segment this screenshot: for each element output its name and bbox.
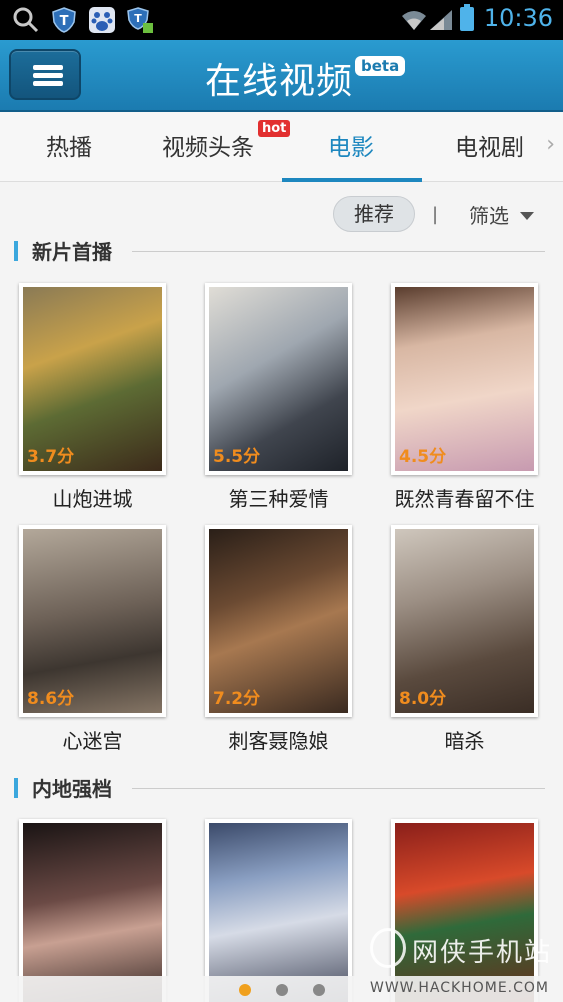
app-header: 在线视频 beta (0, 40, 563, 112)
search-icon (13, 7, 39, 33)
movie-poster[interactable]: 5.5分 (205, 283, 352, 475)
wifi-icon (402, 11, 426, 30)
battery-icon (460, 4, 474, 31)
movie-title[interactable]: 第三种爱情 (185, 483, 372, 512)
movie-card[interactable] (19, 819, 166, 1002)
movie-score: 8.0分 (399, 689, 447, 709)
tab-tv-series[interactable]: 电视剧 (455, 128, 524, 162)
section-marker (14, 241, 18, 261)
movie-title[interactable]: 暗杀 (371, 725, 558, 754)
movie-poster[interactable]: 8.0分 (391, 525, 538, 717)
category-tabs: 热播 视频头条 hot 电影 电视剧 › (0, 112, 563, 182)
filter-button[interactable]: 筛选 (469, 200, 509, 229)
shield-icon: T (52, 7, 76, 33)
movie-card[interactable] (391, 819, 538, 1002)
section-divider (132, 788, 545, 789)
movie-score: 7.2分 (213, 689, 261, 709)
movie-card[interactable]: 8.0分 暗杀 (391, 525, 538, 753)
hamburger-menu-icon (33, 65, 63, 70)
section-marker (14, 778, 18, 798)
movie-card[interactable] (205, 819, 352, 1002)
movie-card[interactable]: 5.5分 第三种爱情 (205, 283, 352, 511)
watermark-logo-icon (370, 928, 406, 968)
hot-badge: hot (258, 120, 291, 137)
section-header: 内地强档 (14, 773, 549, 801)
movie-poster[interactable] (391, 819, 538, 1002)
chevron-right-icon[interactable]: › (546, 132, 555, 157)
signal-icon (430, 10, 452, 30)
movie-poster[interactable] (19, 819, 166, 1002)
section-divider (132, 251, 545, 252)
movie-title[interactable]: 既然青春留不住 (371, 483, 558, 512)
chevron-down-icon[interactable] (520, 212, 534, 220)
section-title: 内地强档 (32, 777, 112, 801)
movie-poster[interactable] (205, 819, 352, 1002)
recommend-button[interactable]: 推荐 (333, 196, 415, 232)
svg-text:T: T (60, 14, 69, 29)
svg-text:T: T (134, 12, 142, 25)
movie-card[interactable]: 4.5分 既然青春留不住 (391, 283, 538, 511)
movie-title[interactable]: 山炮进城 (0, 483, 186, 512)
movie-title[interactable]: 心迷宫 (0, 725, 186, 754)
movie-score: 4.5分 (399, 447, 447, 467)
movie-score: 8.6分 (27, 689, 75, 709)
tab-video-headlines[interactable]: 视频头条 (162, 128, 254, 162)
movie-poster[interactable]: 4.5分 (391, 283, 538, 475)
movie-poster[interactable]: 3.7分 (19, 283, 166, 475)
page-title: 在线视频 (205, 61, 354, 102)
clock: 10:36 (483, 4, 553, 32)
watermark-url: WWW.HACKHOME.COM (370, 980, 549, 996)
section-title: 新片首播 (32, 240, 112, 264)
active-tab-indicator (282, 178, 422, 182)
movie-score: 5.5分 (213, 447, 261, 467)
movie-title[interactable]: 刺客聂隐娘 (185, 725, 372, 754)
filter-separator: | (432, 204, 439, 225)
tab-movies[interactable]: 电影 (328, 128, 374, 162)
section-header: 新片首播 (14, 236, 549, 264)
page-dot[interactable] (276, 984, 288, 996)
baidu-icon (89, 7, 115, 33)
page-dot-active[interactable] (239, 984, 251, 996)
page-dot[interactable] (313, 984, 325, 996)
menu-button[interactable] (9, 49, 81, 100)
tab-hot-play[interactable]: 热播 (46, 128, 92, 162)
beta-badge: beta (355, 56, 406, 76)
movie-poster[interactable]: 7.2分 (205, 525, 352, 717)
movie-poster[interactable]: 8.6分 (19, 525, 166, 717)
watermark: 网侠手机站 (370, 928, 560, 972)
watermark-text: 网侠手机站 (412, 938, 553, 968)
movie-card[interactable]: 3.7分 山炮进城 (19, 283, 166, 511)
movie-card[interactable]: 8.6分 心迷宫 (19, 525, 166, 753)
shield-app-icon: T (127, 7, 153, 33)
movie-card[interactable]: 7.2分 刺客聂隐娘 (205, 525, 352, 753)
status-bar: T T 10:36 (0, 0, 563, 40)
movie-score: 3.7分 (27, 447, 75, 467)
